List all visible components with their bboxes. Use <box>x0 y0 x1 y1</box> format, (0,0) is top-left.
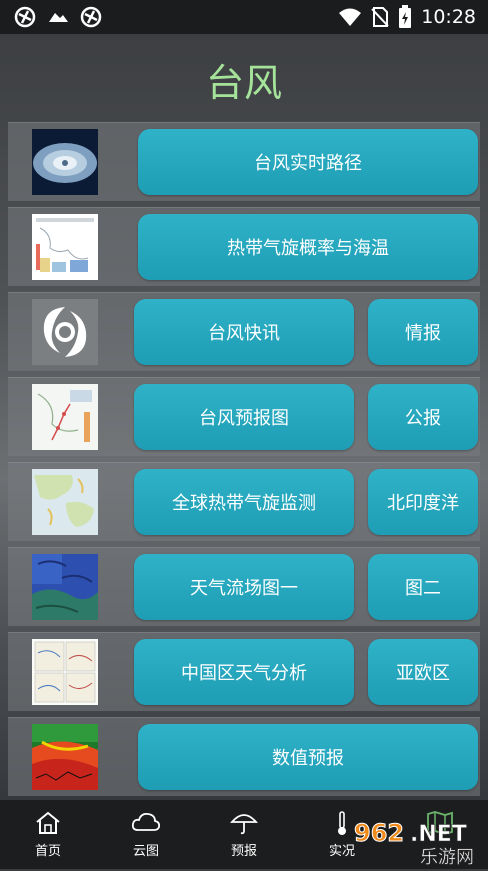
nav-cloud-map-label: 云图 <box>132 844 159 859</box>
cloud-icon <box>131 812 161 831</box>
numerical-forecast-button[interactable]: 数值预报 <box>138 724 478 790</box>
typhoon-forecast-map-button[interactable]: 台风预报图 <box>134 384 354 450</box>
wind-field-thumbnail <box>32 554 98 620</box>
cloud-icon <box>49 13 68 22</box>
list-item: 数值预报 <box>8 717 480 796</box>
wind-field-map-one-button[interactable]: 天气流场图一 <box>134 554 354 620</box>
sync-icon <box>14 6 36 28</box>
svg-text:962: 962 <box>354 819 404 847</box>
nav-forecast[interactable]: 预报 <box>204 810 284 859</box>
china-weather-analysis-button[interactable]: 中国区天气分析 <box>134 639 354 705</box>
numeric-forecast-thumbnail <box>32 724 98 790</box>
svg-text:乐游网: 乐游网 <box>420 847 474 867</box>
list-item: 台风实时路径 <box>8 122 480 201</box>
wifi-icon <box>339 8 362 26</box>
tropical-cyclone-probability-button[interactable]: 热带气旋概率与海温 <box>138 214 478 280</box>
north-indian-ocean-button[interactable]: 北印度洋 <box>368 469 478 535</box>
list-item: 中国区天气分析 亚欧区 <box>8 632 480 711</box>
list-item: 天气流场图一 图二 <box>8 547 480 626</box>
forecast-chart-thumbnail <box>32 384 98 450</box>
status-right-icons: 10:28 <box>338 5 476 29</box>
status-left-icons <box>14 6 102 28</box>
weather-analysis-thumbnail <box>32 639 98 705</box>
typhoon-realtime-path-button[interactable]: 台风实时路径 <box>138 129 478 195</box>
status-time: 10:28 <box>421 6 476 28</box>
map-two-button[interactable]: 图二 <box>368 554 478 620</box>
nav-cloud-map[interactable]: 云图 <box>106 810 186 859</box>
typhoon-symbol-thumbnail <box>32 299 98 365</box>
nav-forecast-label: 预报 <box>230 844 257 859</box>
global-map-thumbnail <box>32 469 98 535</box>
battery-icon <box>399 5 412 28</box>
global-cyclone-monitor-button[interactable]: 全球热带气旋监测 <box>134 469 354 535</box>
intelligence-button[interactable]: 情报 <box>368 299 478 365</box>
no-sim-icon <box>371 7 389 27</box>
thermometer-icon <box>338 811 346 835</box>
sync-icon <box>80 6 102 28</box>
nav-home[interactable]: 首页 <box>8 810 88 859</box>
bulletin-button[interactable]: 公报 <box>368 384 478 450</box>
list-item: 全球热带气旋监测 北印度洋 <box>8 462 480 541</box>
eurasia-region-button[interactable]: 亚欧区 <box>368 639 478 705</box>
svg-text:.NET: .NET <box>410 822 467 847</box>
watermark-logo: 962 .NET 乐游网 <box>350 815 482 869</box>
typhoon-news-button[interactable]: 台风快讯 <box>134 299 354 365</box>
satellite-typhoon-thumbnail <box>32 129 98 195</box>
umbrella-icon <box>230 814 258 835</box>
page-title: 台风 <box>205 61 282 105</box>
list-item: 台风快讯 情报 <box>8 292 480 371</box>
nav-home-label: 首页 <box>34 844 61 859</box>
tropical-cyclone-map-thumbnail <box>32 214 98 280</box>
list-item: 台风预报图 公报 <box>8 377 480 456</box>
home-icon <box>36 811 60 834</box>
status-bar: 10:28 <box>0 0 488 34</box>
list-item: 热带气旋概率与海温 <box>8 207 480 286</box>
